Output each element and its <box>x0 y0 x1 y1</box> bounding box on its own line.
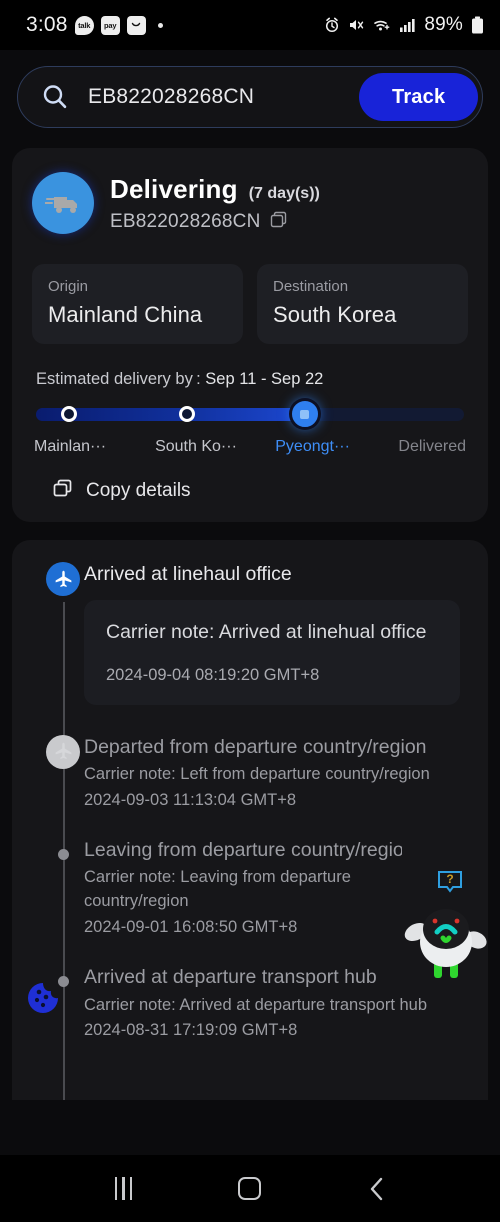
copy-icon <box>52 478 73 504</box>
wifi-icon <box>374 20 390 31</box>
timeline-item[interactable]: Departed from departure country/region C… <box>12 734 488 810</box>
timeline-time: 2024-09-04 08:19:20 GMT+8 <box>106 665 320 684</box>
timeline-note: Carrier note: Leaving from departure cou… <box>84 868 351 911</box>
progress-node-3-current[interactable] <box>291 401 318 427</box>
timeline-title: Arrived at linehaul office <box>84 563 292 585</box>
copy-details-button[interactable]: Copy details <box>32 478 468 504</box>
shipment-summary-card: Delivering (7 day(s)) EB822028268CN Orig… <box>12 148 488 522</box>
origin-value: Mainland China <box>48 302 203 327</box>
progress-step-label-4: Delivered <box>398 438 466 455</box>
smile-app-icon <box>126 15 146 35</box>
truck-icon <box>32 172 94 234</box>
signal-icon <box>400 18 415 32</box>
scroll-content[interactable]: Delivering (7 day(s)) EB822028268CN Orig… <box>0 142 500 1155</box>
tracking-number-input[interactable] <box>70 85 359 109</box>
kakaotalk-icon: talk <box>74 15 94 35</box>
status-bar: 3:08 talk pay 89% <box>0 0 500 50</box>
origin-destination-row: Origin Mainland China Destination South … <box>32 264 468 344</box>
kakaopay-icon: pay <box>100 15 120 35</box>
track-button[interactable]: Track <box>359 73 479 121</box>
estimated-delivery-value: Sep 11 - Sep 22 <box>205 370 324 388</box>
recents-icon[interactable] <box>93 1169 153 1209</box>
progress-step-label-1: Mainlan··· <box>34 438 107 455</box>
progress-node-2[interactable] <box>178 406 195 422</box>
copy-details-label: Copy details <box>86 480 191 501</box>
mute-icon <box>350 20 364 30</box>
timeline-title: Departed from departure country/region <box>84 735 427 758</box>
search-icon <box>40 82 70 112</box>
dot-indicator <box>157 22 163 28</box>
origin-box: Origin Mainland China <box>32 264 243 344</box>
timeline-note: Carrier note: Left from departure countr… <box>84 765 430 783</box>
status-bar-right: 89% <box>324 14 484 36</box>
battery-icon <box>472 16 483 34</box>
system-navigation-bar <box>0 1155 500 1222</box>
status-row: Delivering (7 day(s)) EB822028268CN <box>32 170 468 234</box>
status-clock: 3:08 <box>26 13 68 36</box>
progress-track <box>36 408 464 421</box>
airplane-icon <box>46 734 80 769</box>
copy-tracking-number-icon[interactable] <box>270 211 287 233</box>
progress-bar <box>32 401 468 427</box>
tracking-timeline-card: Arrived at linehaul office Carrier note:… <box>12 540 488 1100</box>
timeline-time: 2024-08-31 17:19:09 GMT+8 <box>84 1021 298 1040</box>
status-title: Delivering <box>110 174 238 204</box>
destination-box: Destination South Korea <box>257 264 468 344</box>
timeline-dot-icon <box>58 848 69 860</box>
progress-step-label-3: Pyeongt··· <box>275 438 350 455</box>
timeline-note: Carrier note: Arrived at linehual office <box>106 621 427 644</box>
origin-label: Origin <box>48 278 89 295</box>
timeline-title: Leaving from departure country/region <box>84 838 402 861</box>
svg-text:?: ? <box>446 872 453 886</box>
status-bar-left: 3:08 talk pay <box>26 13 163 37</box>
destination-label: Destination <box>273 278 349 295</box>
timeline-item[interactable]: Arrived at linehaul office Carrier note:… <box>12 562 488 705</box>
progress-node-1[interactable] <box>61 406 78 422</box>
back-icon[interactable] <box>347 1169 407 1209</box>
alarm-icon <box>326 17 339 33</box>
battery-percent: 89% <box>424 14 463 35</box>
timeline-note: Carrier note: Arrived at departure trans… <box>84 995 428 1014</box>
floating-assistant[interactable]: ? <box>404 869 488 987</box>
timeline-note-box: Carrier note: Arrived at linehual office… <box>84 600 460 705</box>
estimated-delivery-row: Estimated delivery by : Sep 11 - Sep 22 <box>32 370 468 389</box>
airplane-icon <box>46 562 80 596</box>
progress-step-label-2: South Ko··· <box>155 438 237 455</box>
timeline-time: 2024-09-03 11:13:04 GMT+8 <box>84 790 297 809</box>
package-icon <box>26 981 60 1020</box>
search-section: Track <box>0 50 500 142</box>
search-bar[interactable]: Track <box>17 66 483 128</box>
destination-value: South Korea <box>273 302 397 327</box>
status-text-block: Delivering (7 day(s)) EB822028268CN <box>110 170 320 233</box>
status-days: (7 day(s)) <box>248 185 320 202</box>
robot-mascot-icon[interactable] <box>404 896 488 987</box>
estimated-delivery-label: Estimated delivery by : <box>36 370 201 388</box>
progress-step-labels: Mainlan··· South Ko··· Pyeongt··· Delive… <box>32 438 468 456</box>
phone-screen: 3:08 talk pay 89% EB822028268CN Track De… <box>0 0 500 1222</box>
timeline-dot-icon <box>58 976 69 988</box>
status-tracking-number: EB822028268CN <box>110 211 261 232</box>
home-icon[interactable] <box>220 1169 280 1209</box>
